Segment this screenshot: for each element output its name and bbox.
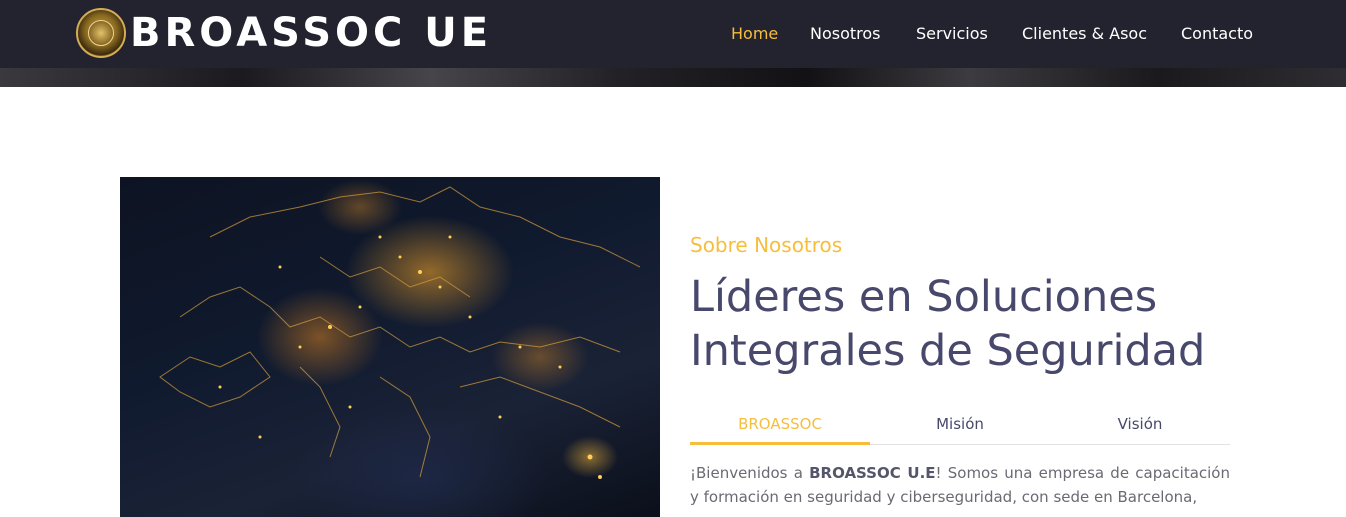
about-paragraph: ¡Bienvenidos a BROASSOC U.E! Somos una e…: [690, 461, 1230, 509]
map-lights-overlay: [159, 186, 641, 479]
brand-name[interactable]: BROASSOC UE: [130, 8, 492, 58]
tab-broassoc[interactable]: BROASSOC: [690, 408, 870, 445]
para-brand-bold: BROASSOC U.E: [809, 464, 936, 482]
logo-seal-icon: [88, 20, 114, 46]
tab-vision[interactable]: Visión: [1050, 408, 1230, 445]
heading-line-2: Integrales de Seguridad: [690, 326, 1206, 376]
nav-servicios[interactable]: Servicios: [916, 22, 988, 46]
section-heading: Líderes en Soluciones Integrales de Segu…: [690, 270, 1250, 378]
tab-mision[interactable]: Misión: [870, 408, 1050, 445]
para-prefix: ¡Bienvenidos a: [690, 464, 810, 482]
navbar: BROASSOC UE Home Nosotros Servicios Clie…: [0, 0, 1346, 68]
nav-clientes-asoc[interactable]: Clientes & Asoc: [1022, 22, 1147, 46]
about-tabs: BROASSOC Misión Visión: [690, 408, 1230, 445]
nav-home[interactable]: Home: [731, 22, 778, 46]
europe-night-map-image: [120, 177, 660, 517]
nav-contacto[interactable]: Contacto: [1181, 22, 1253, 46]
section-eyebrow: Sobre Nosotros: [690, 233, 843, 257]
nav-nosotros[interactable]: Nosotros: [810, 22, 881, 46]
heading-line-1: Líderes en Soluciones: [690, 272, 1158, 322]
brand-logo-emblem[interactable]: [76, 8, 126, 58]
